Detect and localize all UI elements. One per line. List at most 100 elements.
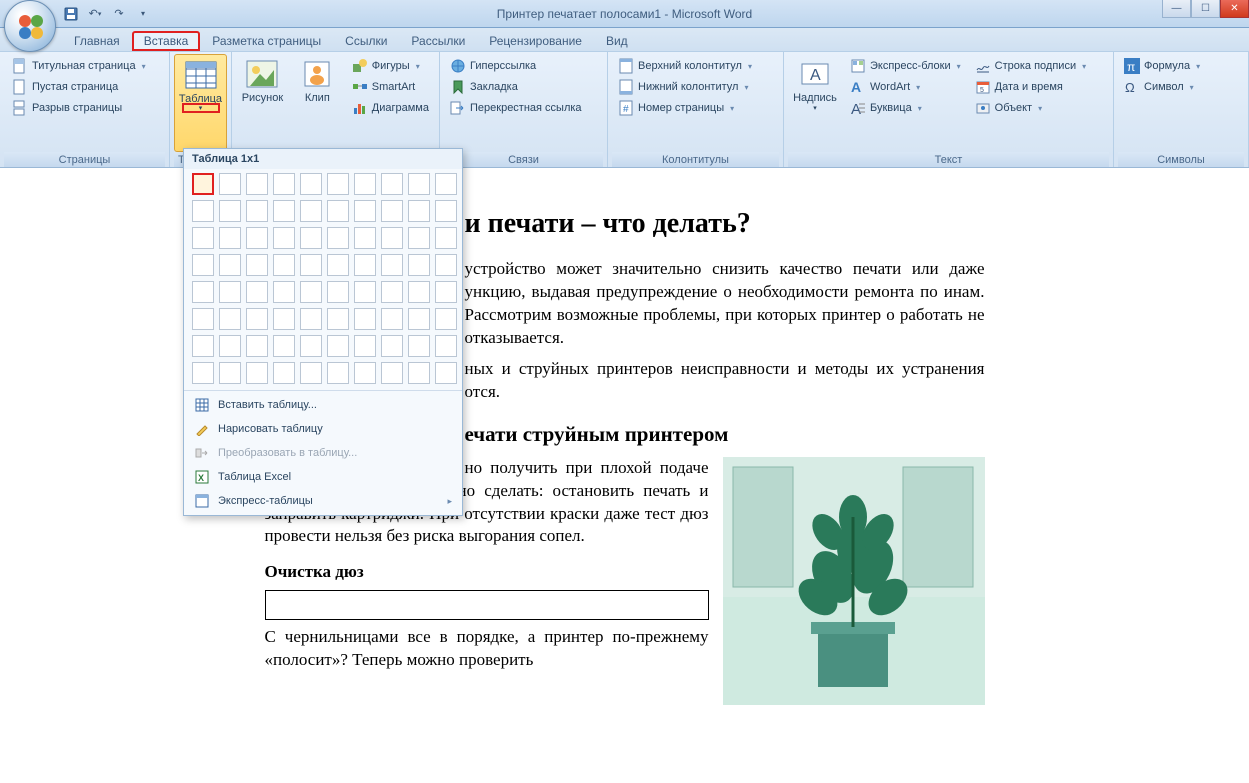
grid-cell[interactable] [435, 173, 457, 195]
grid-cell[interactable] [327, 335, 349, 357]
menu-excel-table[interactable]: XТаблица Excel [184, 465, 462, 489]
grid-cell[interactable] [408, 173, 430, 195]
grid-cell[interactable] [300, 362, 322, 384]
grid-cell[interactable] [408, 227, 430, 249]
grid-cell[interactable] [300, 227, 322, 249]
grid-cell[interactable] [327, 362, 349, 384]
grid-cell[interactable] [408, 308, 430, 330]
grid-cell[interactable] [219, 173, 241, 195]
dropcap-button[interactable]: AБуквица▾ [846, 98, 965, 118]
grid-cell[interactable] [381, 200, 403, 222]
grid-cell[interactable] [381, 227, 403, 249]
menu-quick-tables[interactable]: Экспресс-таблицы▸ [184, 489, 462, 513]
grid-cell[interactable] [219, 362, 241, 384]
grid-cell[interactable] [273, 200, 295, 222]
tab-review[interactable]: Рецензирование [477, 31, 594, 51]
close-button[interactable]: ✕ [1220, 0, 1249, 18]
grid-cell[interactable] [246, 308, 268, 330]
grid-cell[interactable] [273, 335, 295, 357]
grid-cell[interactable] [273, 308, 295, 330]
grid-cell[interactable] [354, 200, 376, 222]
tab-layout[interactable]: Разметка страницы [200, 31, 333, 51]
clip-button[interactable]: Клип [291, 54, 344, 152]
grid-cell[interactable] [300, 254, 322, 276]
grid-cell[interactable] [219, 308, 241, 330]
tab-insert[interactable]: Вставка [132, 31, 201, 51]
grid-cell[interactable] [408, 335, 430, 357]
grid-cell[interactable] [408, 281, 430, 303]
grid-cell[interactable] [354, 362, 376, 384]
grid-cell[interactable] [219, 254, 241, 276]
grid-cell[interactable] [219, 227, 241, 249]
grid-cell[interactable] [327, 308, 349, 330]
menu-insert-table[interactable]: Вставить таблицу... [184, 393, 462, 417]
grid-cell[interactable] [435, 227, 457, 249]
grid-cell[interactable] [273, 173, 295, 195]
grid-cell[interactable] [435, 308, 457, 330]
grid-cell[interactable] [300, 335, 322, 357]
tab-mail[interactable]: Рассылки [399, 31, 477, 51]
grid-cell[interactable] [354, 281, 376, 303]
grid-cell[interactable] [192, 362, 214, 384]
minimize-button[interactable]: — [1162, 0, 1191, 18]
grid-cell[interactable] [381, 362, 403, 384]
grid-cell[interactable] [273, 254, 295, 276]
grid-cell[interactable] [435, 281, 457, 303]
grid-cell[interactable] [354, 227, 376, 249]
grid-cell[interactable] [192, 254, 214, 276]
table-dropdown-arrow[interactable]: ▾ [182, 103, 220, 113]
undo-icon[interactable]: ↶▾ [86, 5, 104, 23]
grid-cell[interactable] [300, 281, 322, 303]
grid-cell[interactable] [273, 362, 295, 384]
doc-empty-table[interactable] [265, 590, 709, 620]
equation-button[interactable]: πФормула▾ [1120, 56, 1204, 76]
grid-cell[interactable] [408, 362, 430, 384]
grid-cell[interactable] [327, 227, 349, 249]
grid-cell[interactable] [435, 335, 457, 357]
sigline-button[interactable]: Строка подписи▾ [971, 56, 1090, 76]
grid-cell[interactable] [381, 308, 403, 330]
grid-cell[interactable] [219, 335, 241, 357]
smartart-button[interactable]: SmartArt [348, 77, 433, 97]
grid-cell[interactable] [192, 308, 214, 330]
grid-cell[interactable] [354, 335, 376, 357]
save-icon[interactable] [62, 5, 80, 23]
grid-cell[interactable] [408, 200, 430, 222]
tab-home[interactable]: Главная [62, 31, 132, 51]
footer-button[interactable]: Нижний колонтитул▾ [614, 77, 756, 97]
datetime-button[interactable]: 5Дата и время [971, 77, 1090, 97]
table-button[interactable]: Таблица ▾ [174, 54, 227, 152]
grid-cell[interactable] [327, 173, 349, 195]
page-break-button[interactable]: Разрыв страницы [8, 98, 150, 118]
grid-cell[interactable] [246, 254, 268, 276]
office-button[interactable] [4, 0, 56, 52]
grid-cell[interactable] [327, 281, 349, 303]
tab-view[interactable]: Вид [594, 31, 640, 51]
blank-page-button[interactable]: Пустая страница [8, 77, 150, 97]
grid-cell[interactable] [300, 308, 322, 330]
chart-button[interactable]: Диаграмма [348, 98, 433, 118]
object-button[interactable]: Объект▾ [971, 98, 1090, 118]
header-button[interactable]: Верхний колонтитул▾ [614, 56, 756, 76]
grid-cell[interactable] [381, 173, 403, 195]
shapes-button[interactable]: Фигуры▾ [348, 56, 433, 76]
grid-cell[interactable] [273, 227, 295, 249]
grid-cell[interactable] [327, 254, 349, 276]
grid-cell[interactable] [192, 173, 214, 195]
pageno-button[interactable]: #Номер страницы▾ [614, 98, 756, 118]
qat-dropdown-icon[interactable]: ▾ [134, 5, 152, 23]
grid-cell[interactable] [192, 200, 214, 222]
grid-cell[interactable] [435, 200, 457, 222]
grid-cell[interactable] [327, 200, 349, 222]
grid-cell[interactable] [246, 335, 268, 357]
crossref-button[interactable]: Перекрестная ссылка [446, 98, 586, 118]
grid-cell[interactable] [354, 173, 376, 195]
grid-cell[interactable] [381, 254, 403, 276]
menu-draw-table[interactable]: Нарисовать таблицу [184, 417, 462, 441]
grid-cell[interactable] [408, 254, 430, 276]
grid-cell[interactable] [246, 227, 268, 249]
grid-cell[interactable] [246, 200, 268, 222]
tab-refs[interactable]: Ссылки [333, 31, 399, 51]
redo-icon[interactable]: ↷ [110, 5, 128, 23]
grid-cell[interactable] [192, 335, 214, 357]
